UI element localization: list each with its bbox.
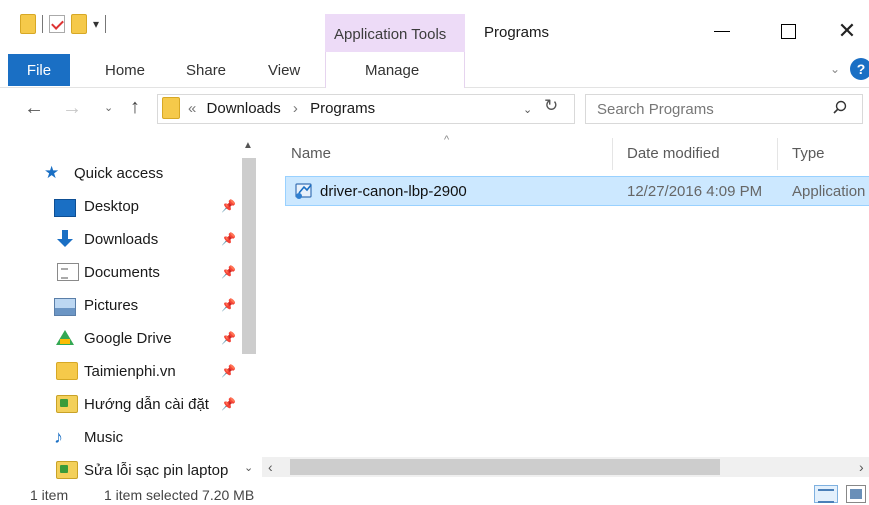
tab-manage[interactable]: Manage [365, 62, 419, 79]
help-icon[interactable]: ? [850, 58, 869, 80]
maximize-button[interactable] [772, 18, 804, 44]
scroll-down-icon[interactable]: ⌄ [244, 461, 253, 474]
column-header-date-modified[interactable]: Date modified [627, 145, 720, 162]
expand-ribbon-icon[interactable]: ⌄ [830, 62, 840, 76]
up-arrow-icon[interactable]: ↑ [130, 96, 140, 119]
setup-folder-icon [56, 395, 78, 413]
file-name[interactable]: driver-canon-lbp-2900 [320, 183, 467, 200]
customize-toolbar-dropdown[interactable]: ▾ [93, 17, 99, 31]
sidebar-item-downloads[interactable]: Downloads [54, 226, 158, 252]
search-icon[interactable] [833, 100, 847, 114]
sidebar-item-desktop[interactable]: Desktop [54, 193, 139, 219]
pictures-icon [54, 298, 76, 316]
window-title: Programs [484, 24, 550, 41]
tab-file[interactable]: File [8, 54, 70, 86]
sidebar-item-pictures[interactable]: Pictures [54, 292, 138, 318]
downloads-icon [54, 230, 76, 248]
documents-icon [57, 263, 79, 281]
tab-view[interactable]: View [268, 62, 300, 79]
sidebar-item-sua-loi-sac-pin[interactable]: Sửa lỗi sạc pin laptop [54, 457, 228, 483]
pin-icon: 📌 [221, 397, 236, 411]
sidebar-item-taimienphi[interactable]: Taimienphi.vn [54, 358, 176, 384]
pin-icon: 📌 [221, 331, 236, 345]
sidebar-item-label: Documents [84, 263, 160, 281]
breadcrumb-programs[interactable]: Programs [310, 100, 375, 117]
sidebar-item-label: Sửa lỗi sạc pin laptop [84, 461, 229, 479]
sidebar-item-label: Quick access [74, 164, 164, 182]
details-view-icon[interactable] [814, 485, 838, 503]
sidebar-item-label: Hướng dẫn cài đặt [84, 395, 209, 413]
desktop-icon [54, 199, 76, 217]
google-drive-icon [54, 329, 76, 347]
quick-access-toolbar: ▾ [20, 14, 107, 34]
folder-icon [20, 14, 36, 34]
scroll-right-icon[interactable]: › [859, 459, 864, 475]
folder-icon [56, 362, 78, 380]
breadcrumb: « Downloads › Programs [188, 100, 375, 117]
column-header-type[interactable]: Type [792, 145, 825, 162]
toolbar-divider [42, 15, 43, 33]
column-divider[interactable] [777, 138, 778, 170]
sidebar-item-label: Google Drive [84, 329, 172, 347]
tab-share[interactable]: Share [186, 62, 226, 79]
setup-folder-icon [56, 461, 78, 479]
pin-icon: 📌 [221, 364, 236, 378]
sidebar-item-documents[interactable]: Documents [54, 259, 160, 285]
file-date-modified: 12/27/2016 4:09 PM [627, 183, 763, 200]
large-icons-view-icon[interactable] [846, 485, 866, 503]
minimize-button[interactable] [706, 18, 738, 44]
scroll-up-icon[interactable]: ▲ [243, 140, 253, 151]
pin-icon: 📌 [221, 298, 236, 312]
status-item-count: 1 item [30, 487, 69, 503]
back-arrow-icon[interactable]: ← [24, 97, 44, 120]
pin-icon: 📌 [221, 265, 236, 279]
breadcrumb-overflow[interactable]: « [188, 100, 196, 117]
search-placeholder: Search Programs [597, 101, 714, 118]
context-tab-group-label: Application Tools [334, 26, 447, 43]
sidebar-item-music[interactable]: ♪ Music [54, 424, 123, 450]
status-selection: 1 item selected 7.20 MB [104, 487, 255, 503]
address-history-dropdown[interactable]: ⌄ [523, 103, 532, 116]
toolbar-divider [105, 15, 107, 33]
sidebar-item-label: Pictures [84, 296, 139, 314]
recent-locations-icon[interactable]: ⌄ [104, 101, 113, 114]
forward-arrow-icon[interactable]: → [62, 97, 82, 120]
pin-icon: 📌 [221, 232, 236, 246]
sort-ascending-icon: ^ [444, 134, 450, 146]
nav-pane-scroll-thumb[interactable] [242, 158, 256, 354]
application-setup-icon [295, 183, 312, 199]
breadcrumb-downloads[interactable]: Downloads [207, 100, 281, 117]
sidebar-item-label: Downloads [84, 230, 159, 248]
sidebar-item-google-drive[interactable]: Google Drive [54, 325, 172, 351]
sidebar-item-huong-dan-cai-dat[interactable]: Hướng dẫn cài đặt [54, 391, 209, 417]
pin-icon: 📌 [221, 199, 236, 213]
column-divider[interactable] [612, 138, 613, 170]
scroll-left-icon[interactable]: ‹ [268, 459, 273, 475]
column-header-name[interactable]: Name [291, 145, 331, 162]
music-icon: ♪ [54, 427, 63, 447]
file-type: Application [792, 183, 866, 200]
sidebar-item-label: Music [84, 428, 124, 446]
close-button[interactable]: ✕ [831, 18, 863, 44]
tab-home[interactable]: Home [105, 62, 145, 79]
refresh-icon[interactable]: ↻ [544, 96, 558, 116]
sidebar-item-quick-access[interactable]: ★ Quick access [44, 160, 163, 186]
sidebar-item-label: Desktop [84, 197, 140, 215]
star-icon: ★ [44, 163, 60, 182]
folder-icon [162, 97, 180, 119]
properties-icon[interactable] [49, 15, 65, 33]
horizontal-scroll-thumb[interactable] [290, 459, 720, 475]
new-folder-icon[interactable] [71, 14, 87, 34]
sidebar-item-label: Taimienphi.vn [84, 362, 176, 380]
breadcrumb-separator[interactable]: › [293, 100, 298, 117]
